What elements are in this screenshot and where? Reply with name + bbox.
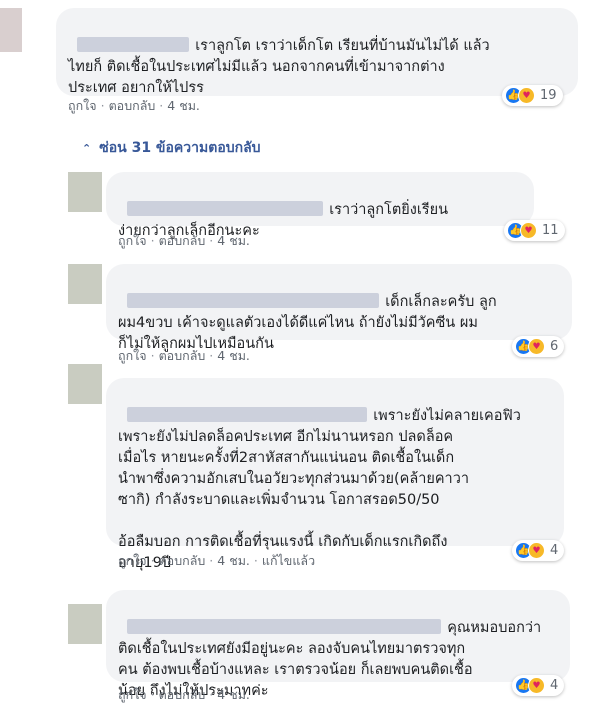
reply-actions: ถูกใจ · ตอบกลับ · 4 ชม. bbox=[118, 685, 250, 705]
like-link[interactable]: ถูกใจ bbox=[68, 98, 97, 113]
commenter-name-redacted[interactable] bbox=[127, 293, 380, 308]
hide-replies-link[interactable]: ⌃ ซ่อน 31 ข้อความตอบกลับ bbox=[82, 137, 261, 159]
chevron-up-icon: ⌃ bbox=[82, 142, 92, 155]
reaction-summary[interactable]: 👍 ♥ 6 bbox=[512, 336, 565, 357]
commenter-name-redacted[interactable] bbox=[77, 37, 190, 52]
reaction-summary[interactable]: 👍 ♥ 4 bbox=[512, 540, 565, 561]
reaction-summary[interactable]: 👍 ♥ 11 bbox=[504, 220, 565, 241]
reaction-count: 4 bbox=[550, 678, 559, 693]
timestamp[interactable]: 4 ชม. bbox=[217, 553, 250, 568]
reaction-summary[interactable]: 👍 ♥ 19 bbox=[502, 85, 563, 106]
reply-bubble: เพราะยังไม่คลายเคอฟิว เพราะยังไม่ปลดล็อค… bbox=[106, 378, 564, 571]
like-link[interactable]: ถูกใจ bbox=[118, 348, 147, 363]
like-link[interactable]: ถูกใจ bbox=[118, 233, 147, 248]
reaction-count: 4 bbox=[550, 543, 559, 558]
reaction-count: 6 bbox=[550, 339, 559, 354]
reaction-summary[interactable]: 👍 ♥ 4 bbox=[512, 675, 565, 696]
avatar[interactable] bbox=[68, 604, 102, 644]
commenter-name-redacted[interactable] bbox=[127, 407, 368, 422]
care-reaction-icon: ♥ bbox=[520, 222, 537, 239]
separator-dot: · bbox=[209, 553, 214, 568]
timestamp[interactable]: 4 ชม. bbox=[217, 687, 250, 702]
care-reaction-icon: ♥ bbox=[528, 542, 545, 559]
timestamp[interactable]: 4 ชม. bbox=[217, 233, 250, 248]
avatar[interactable] bbox=[68, 364, 102, 404]
separator-dot: · bbox=[253, 553, 258, 568]
reply-link[interactable]: ตอบกลับ bbox=[109, 98, 156, 113]
reaction-count: 19 bbox=[540, 88, 557, 103]
timestamp[interactable]: 4 ชม. bbox=[217, 348, 250, 363]
commenter-name-redacted[interactable] bbox=[127, 619, 442, 634]
separator-dot: · bbox=[150, 233, 155, 248]
separator-dot: · bbox=[209, 233, 214, 248]
separator-dot: · bbox=[159, 98, 164, 113]
reaction-count: 11 bbox=[542, 223, 559, 238]
reply-text: เพราะยังไม่คลายเคอฟิว เพราะยังไม่ปลดล็อค… bbox=[118, 408, 521, 571]
reply-actions: ถูกใจ · ตอบกลับ · 4 ชม. bbox=[118, 231, 250, 251]
reply-bubble: คุณหมอบอกว่า ติดเชื้อในประเทศยังมีอยู่นะ… bbox=[106, 590, 570, 699]
care-reaction-icon: ♥ bbox=[528, 677, 545, 694]
separator-dot: · bbox=[150, 553, 155, 568]
reply-link[interactable]: ตอบกลับ bbox=[159, 233, 206, 248]
reply-actions: ถูกใจ · ตอบกลับ · 4 ชม. · แก้ไขแล้ว bbox=[118, 551, 315, 571]
separator-dot: · bbox=[100, 98, 105, 113]
care-reaction-icon: ♥ bbox=[518, 87, 535, 104]
hide-replies-label: ซ่อน 31 ข้อความตอบกลับ bbox=[99, 140, 261, 156]
comment-bubble: เราลูกโต เราว่าเด็กโต เรียนที่บ้านมันไม่… bbox=[56, 8, 578, 96]
reply-link[interactable]: ตอบกลับ bbox=[159, 687, 206, 702]
commenter-name-redacted[interactable] bbox=[127, 201, 324, 216]
care-reaction-icon: ♥ bbox=[528, 338, 545, 355]
avatar[interactable] bbox=[0, 8, 22, 52]
edited-link[interactable]: แก้ไขแล้ว bbox=[262, 553, 315, 568]
reply-bubble: เด็กเล็กละครับ ลูก ผม4ขวบ เค้าจะดูแลตัวเ… bbox=[106, 264, 572, 352]
timestamp[interactable]: 4 ชม. bbox=[167, 98, 200, 113]
separator-dot: · bbox=[209, 687, 214, 702]
reply-link[interactable]: ตอบกลับ bbox=[159, 348, 206, 363]
reply-bubble: เราว่าลูกโตยิ่งเรียน ง่ายกว่าลูกเล็กอีกน… bbox=[106, 172, 534, 239]
comment-actions: ถูกใจ · ตอบกลับ · 4 ชม. bbox=[68, 96, 200, 116]
separator-dot: · bbox=[150, 348, 155, 363]
avatar[interactable] bbox=[68, 172, 102, 212]
separator-dot: · bbox=[209, 348, 214, 363]
separator-dot: · bbox=[150, 687, 155, 702]
avatar[interactable] bbox=[68, 264, 102, 304]
reply-actions: ถูกใจ · ตอบกลับ · 4 ชม. bbox=[118, 346, 250, 366]
like-link[interactable]: ถูกใจ bbox=[118, 687, 147, 702]
like-link[interactable]: ถูกใจ bbox=[118, 553, 147, 568]
reply-link[interactable]: ตอบกลับ bbox=[159, 553, 206, 568]
